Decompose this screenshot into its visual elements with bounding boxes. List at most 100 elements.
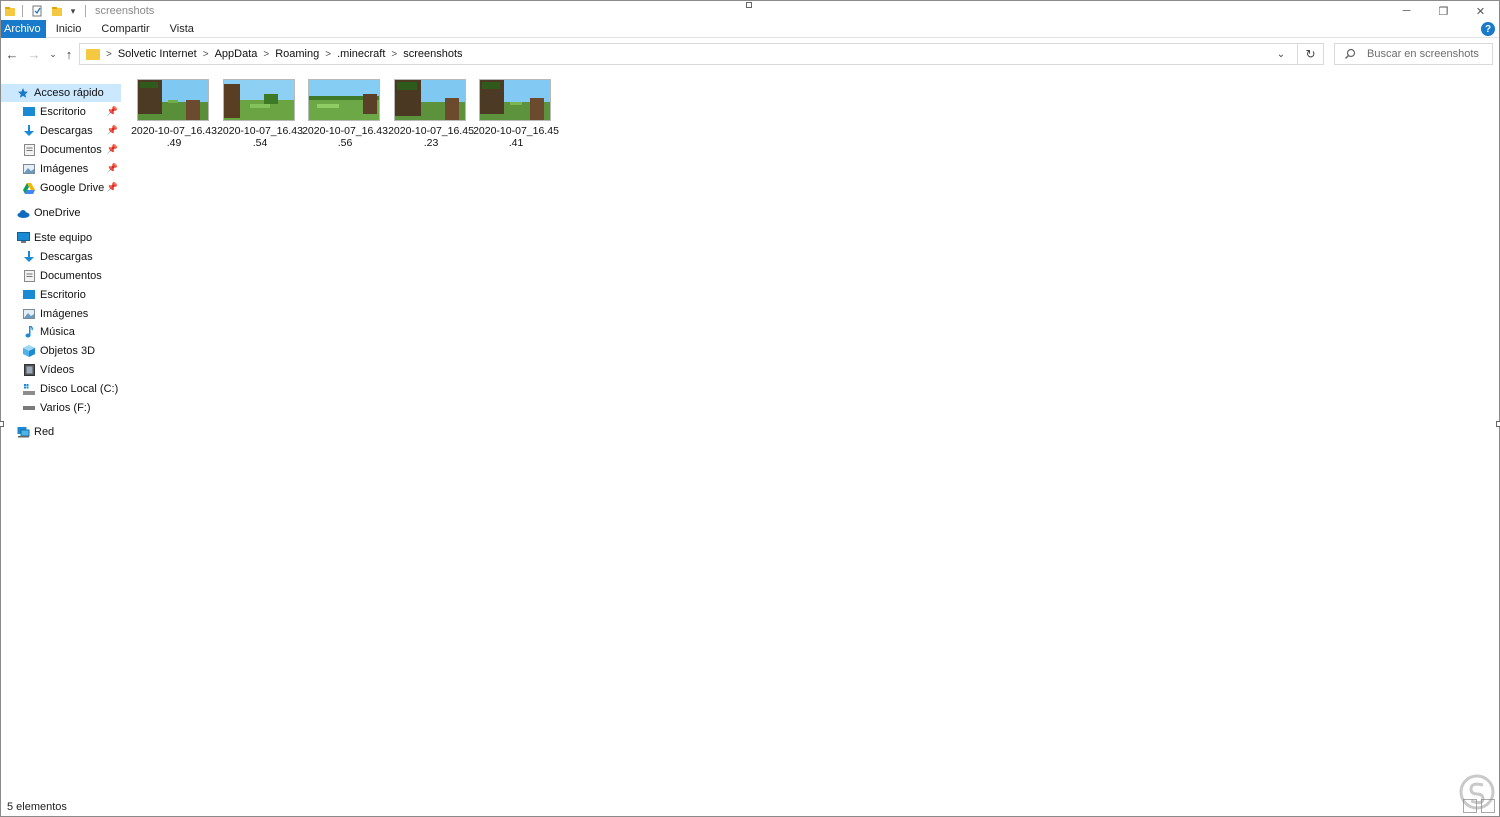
sidebar-item-imagenes-pc[interactable]: Imágenes [1, 305, 121, 323]
pin-icon[interactable]: 📌 [107, 182, 118, 193]
sidebar-item-label: Documentos [40, 270, 102, 282]
file-name-line2: .56 [337, 137, 353, 149]
sidebar-item-descargas-pc[interactable]: Descargas [1, 248, 121, 266]
navigation-pane: Acceso rápido Escritorio 📌 Descargas 📌 D… [1, 81, 123, 781]
resize-handle-left[interactable] [0, 421, 4, 427]
sidebar-item-escritorio-pc[interactable]: Escritorio [1, 286, 121, 304]
sidebar-item-red[interactable]: Red [1, 423, 121, 441]
file-tile[interactable]: 2020-10-07_16.45.41 [473, 77, 559, 149]
sidebar-item-label: Objetos 3D [40, 345, 96, 357]
address-dropdown-chevron-icon[interactable]: ⌄ [1271, 44, 1291, 64]
file-name-line1: 2020-10-07_16.43 [217, 125, 303, 137]
pin-icon[interactable]: 📌 [107, 125, 118, 136]
sidebar-item-descargas[interactable]: Descargas 📌 [1, 122, 121, 140]
file-explorer-window: ▾ screenshots ─ ❐ ✕ Archivo Inicio Compa… [0, 0, 1500, 817]
search-icon [1343, 47, 1357, 61]
search-input[interactable] [1367, 48, 1492, 60]
desktop-icon [22, 105, 36, 119]
breadcrumb-solvetic-internet[interactable]: Solvetic Internet [118, 48, 197, 60]
sidebar-item-varios-f[interactable]: Varios (F:) [1, 399, 121, 417]
pictures-icon [22, 307, 36, 321]
navigation-bar: ← → ⌄ ↑ > Solvetic Internet > AppData > … [1, 41, 1499, 67]
forward-arrow-icon[interactable]: → [26, 45, 42, 63]
breadcrumb-separator[interactable]: > [325, 49, 331, 60]
window-title: screenshots [95, 5, 155, 17]
minecraft-screenshot-thumbnail [137, 79, 209, 121]
tab-archivo[interactable]: Archivo [1, 19, 46, 38]
sidebar-item-onedrive[interactable]: OneDrive [1, 204, 121, 222]
properties-icon[interactable] [30, 4, 44, 18]
network-icon [16, 425, 30, 439]
sidebar-item-label: Descargas [40, 125, 93, 137]
sidebar-item-label: Vídeos [40, 364, 75, 376]
breadcrumb-minecraft[interactable]: .minecraft [337, 48, 385, 60]
address-bar[interactable]: > Solvetic Internet > AppData > Roaming … [79, 43, 1324, 65]
sidebar-item-label: Escritorio [40, 106, 86, 118]
divider [85, 5, 86, 17]
sidebar-item-musica[interactable]: Música [1, 323, 121, 341]
download-icon [22, 124, 36, 138]
sidebar-item-label: Acceso rápido [34, 87, 104, 99]
drive-icon [22, 401, 36, 415]
sidebar-item-videos[interactable]: Vídeos [1, 361, 121, 379]
minecraft-screenshot-thumbnail [223, 79, 295, 121]
recent-locations-chevron-icon[interactable]: ⌄ [45, 45, 61, 63]
3d-objects-icon [22, 344, 36, 358]
sidebar-item-label: Disco Local (C:) [40, 383, 119, 395]
search-box[interactable] [1334, 43, 1493, 65]
file-list-view[interactable]: 2020-10-07_16.43.49 2020-10-07_16.43.54 … [131, 73, 1491, 793]
file-name: 2020-10-07_16.43.54 [217, 125, 303, 149]
breadcrumb-separator[interactable]: > [263, 49, 269, 60]
sidebar-item-documentos-pc[interactable]: Documentos [1, 267, 121, 285]
resize-handle-right[interactable] [1496, 421, 1500, 427]
computer-icon [16, 231, 30, 245]
refresh-icon[interactable]: ↻ [1297, 44, 1323, 64]
download-icon [22, 250, 36, 264]
sidebar-item-objetos-3d[interactable]: Objetos 3D [1, 342, 121, 360]
sidebar-item-google-drive[interactable]: Google Drive 📌 [1, 179, 121, 197]
breadcrumb-roaming[interactable]: Roaming [275, 48, 319, 60]
customize-toolbar-icon[interactable]: ▾ [66, 4, 80, 18]
breadcrumb-separator[interactable]: > [203, 49, 209, 60]
pin-icon[interactable]: 📌 [107, 144, 118, 155]
file-name: 2020-10-07_16.45.23 [388, 125, 474, 149]
sidebar-item-disco-local-c[interactable]: Disco Local (C:) [1, 380, 121, 398]
sidebar-item-documentos[interactable]: Documentos 📌 [1, 141, 121, 159]
desktop-icon [22, 288, 36, 302]
breadcrumb-screenshots[interactable]: screenshots [403, 48, 462, 60]
tab-vista[interactable]: Vista [160, 20, 204, 38]
help-icon[interactable]: ? [1481, 22, 1495, 36]
solvetic-logo-icon [1459, 774, 1495, 810]
tab-inicio[interactable]: Inicio [46, 20, 92, 38]
resize-handle-top[interactable] [746, 2, 752, 8]
file-tile[interactable]: 2020-10-07_16.43.56 [302, 77, 388, 149]
tab-compartir[interactable]: Compartir [91, 20, 159, 38]
sidebar-item-label: Este equipo [34, 232, 93, 244]
pin-icon[interactable]: 📌 [107, 163, 118, 174]
file-name-line2: .49 [166, 137, 182, 149]
file-name-line1: 2020-10-07_16.43 [131, 125, 217, 137]
folder-icon [86, 48, 100, 60]
minecraft-screenshot-thumbnail [479, 79, 551, 121]
pin-icon[interactable]: 📌 [107, 106, 118, 117]
minecraft-screenshot-thumbnail [394, 79, 466, 121]
file-tile[interactable]: 2020-10-07_16.43.54 [217, 77, 303, 149]
close-button[interactable]: ✕ [1462, 1, 1499, 21]
local-disk-icon [22, 382, 36, 396]
back-arrow-icon[interactable]: ← [4, 45, 20, 63]
new-folder-icon[interactable] [50, 4, 64, 18]
sidebar-item-escritorio[interactable]: Escritorio 📌 [1, 103, 121, 121]
sidebar-item-imagenes[interactable]: Imágenes 📌 [1, 160, 121, 178]
minimize-button[interactable]: ─ [1388, 1, 1425, 21]
breadcrumb-separator[interactable]: > [391, 49, 397, 60]
folder-icon[interactable] [3, 4, 17, 18]
breadcrumb-appdata[interactable]: AppData [215, 48, 258, 60]
file-tile[interactable]: 2020-10-07_16.43.49 [131, 77, 217, 149]
file-name-line2: .23 [423, 137, 439, 149]
status-item-count: 5 elementos [7, 801, 67, 813]
restore-button[interactable]: ❐ [1425, 1, 1462, 21]
sidebar-item-este-equipo[interactable]: Este equipo [1, 229, 121, 247]
up-arrow-icon[interactable]: ↑ [61, 45, 77, 63]
file-tile[interactable]: 2020-10-07_16.45.23 [388, 77, 474, 149]
sidebar-item-acceso-rapido[interactable]: Acceso rápido [1, 84, 121, 102]
